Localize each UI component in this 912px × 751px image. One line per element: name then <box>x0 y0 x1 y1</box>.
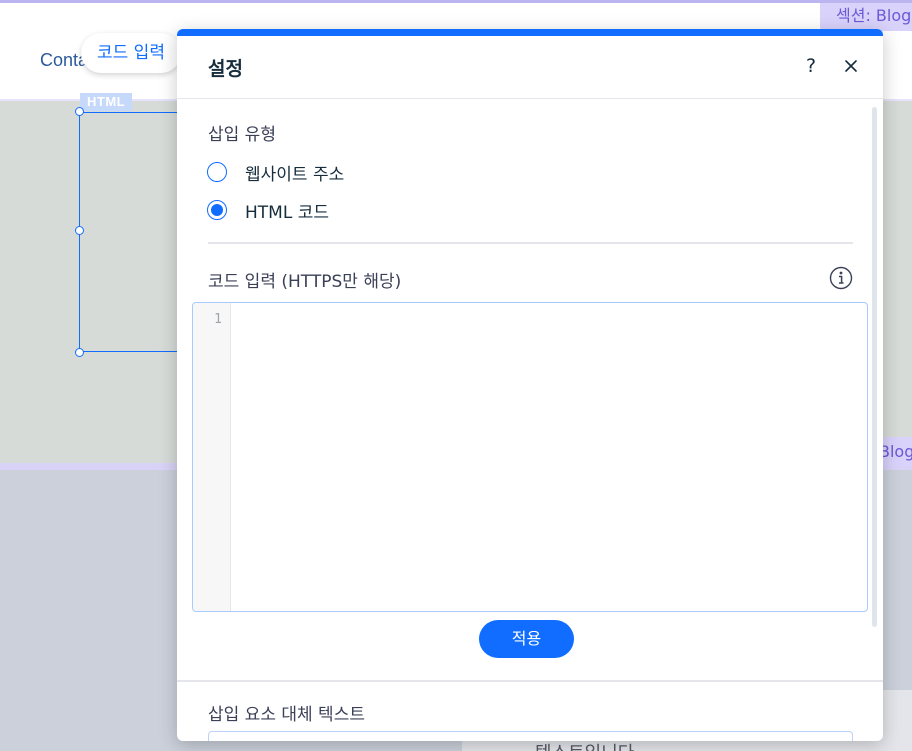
close-button[interactable] <box>838 51 864 81</box>
header-divider <box>177 98 883 99</box>
radio-label-html-code: HTML 코드 <box>245 202 329 223</box>
radio-button[interactable] <box>207 200 227 220</box>
panel-title: 설정 <box>208 58 243 80</box>
resize-handle-bottom-left[interactable] <box>75 348 84 357</box>
info-icon[interactable] <box>829 266 853 290</box>
html-element-selection-frame[interactable] <box>79 112 189 352</box>
panel-accent-bar <box>177 29 883 36</box>
code-textarea[interactable] <box>231 303 867 611</box>
line-number: 1 <box>214 312 222 327</box>
code-input-floating-button[interactable]: 코드 입력 <box>81 33 181 73</box>
resize-handle-top-left[interactable] <box>75 107 84 116</box>
code-editor-gutter: 1 <box>193 303 231 611</box>
radio-label-website-address: 웹사이트 주소 <box>245 164 345 185</box>
section-divider <box>208 242 853 244</box>
radio-button[interactable] <box>207 162 227 182</box>
alt-text-input[interactable] <box>208 731 853 741</box>
apply-button[interactable]: 적용 <box>479 620 574 658</box>
resize-handle-middle-left[interactable] <box>75 226 84 235</box>
help-button[interactable]: ? <box>798 51 824 81</box>
settings-panel: 설정 ? 삽입 유형 웹사이트 주소 HTML 코드 코드 입력 (HTTPS만… <box>177 29 883 741</box>
alt-text-label: 삽입 요소 대체 텍스트 <box>208 705 365 725</box>
code-editor[interactable]: 1 <box>192 302 868 612</box>
code-input-label: 코드 입력 (HTTPS만 해당) <box>208 272 402 292</box>
radio-html-code[interactable]: HTML 코드 <box>207 198 329 223</box>
close-icon <box>845 60 857 72</box>
section-name-tag[interactable]: 섹션: Blog <box>820 3 912 31</box>
radio-website-address[interactable]: 웹사이트 주소 <box>207 160 345 185</box>
html-element-tag: HTML <box>80 93 133 111</box>
insert-type-label: 삽입 유형 <box>208 125 276 145</box>
panel-scrollbar[interactable] <box>872 107 877 627</box>
bottom-divider <box>177 680 883 682</box>
